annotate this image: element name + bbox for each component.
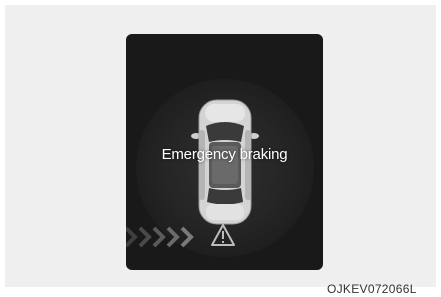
- figure-code: OJKEV072066L: [327, 282, 417, 296]
- chevron-right-icon: [138, 226, 152, 248]
- warning-triangle-icon: [211, 224, 235, 246]
- cluster-display: Emergency braking: [126, 34, 323, 270]
- chevron-right-icon: [166, 226, 180, 248]
- chevron-right-icon: [180, 226, 194, 248]
- approach-chevrons: [126, 226, 194, 248]
- chevron-right-icon: [126, 226, 138, 248]
- emergency-braking-message: Emergency braking: [161, 146, 288, 163]
- chevron-right-icon: [152, 226, 166, 248]
